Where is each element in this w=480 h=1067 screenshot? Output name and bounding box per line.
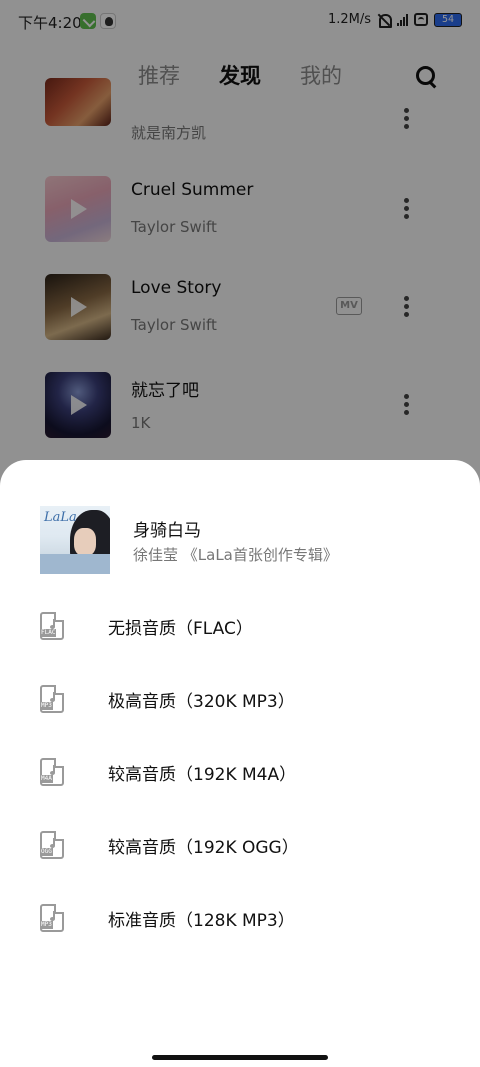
quality-option-192k-ogg[interactable]: OGG 较高音质（192K OGG） [0,809,480,882]
audio-file-icon: FLAC [40,612,64,640]
quality-label: 无损音质（FLAC） [108,619,253,639]
home-indicator[interactable] [152,1055,328,1060]
quality-label: 较高音质（192K OGG） [108,838,299,858]
audio-file-icon: MP3 [40,685,64,713]
quality-option-flac[interactable]: FLAC 无损音质（FLAC） [0,590,480,663]
audio-file-icon: OGG [40,831,64,859]
audio-file-icon: M4A [40,758,64,786]
quality-option-320k-mp3[interactable]: MP3 极高音质（320K MP3） [0,663,480,736]
quality-option-128k-mp3[interactable]: MP3 标准音质（128K MP3） [0,882,480,955]
cover-logo-text: LaLa [44,510,77,525]
quality-option-192k-m4a[interactable]: M4A 较高音质（192K M4A） [0,736,480,809]
quality-label: 较高音质（192K M4A） [108,765,297,785]
sheet-song-title: 身骑白马 [133,521,201,541]
quality-label: 极高音质（320K MP3） [108,692,295,712]
audio-file-icon: MP3 [40,904,64,932]
download-quality-sheet: LaLa 身骑白马 徐佳莹 《LaLa首张创作专辑》 FLAC 无损音质（FLA… [0,460,480,1067]
sheet-song-subtitle: 徐佳莹 《LaLa首张创作专辑》 [133,546,338,564]
quality-label: 标准音质（128K MP3） [108,911,295,931]
sheet-album-cover: LaLa [40,506,110,574]
